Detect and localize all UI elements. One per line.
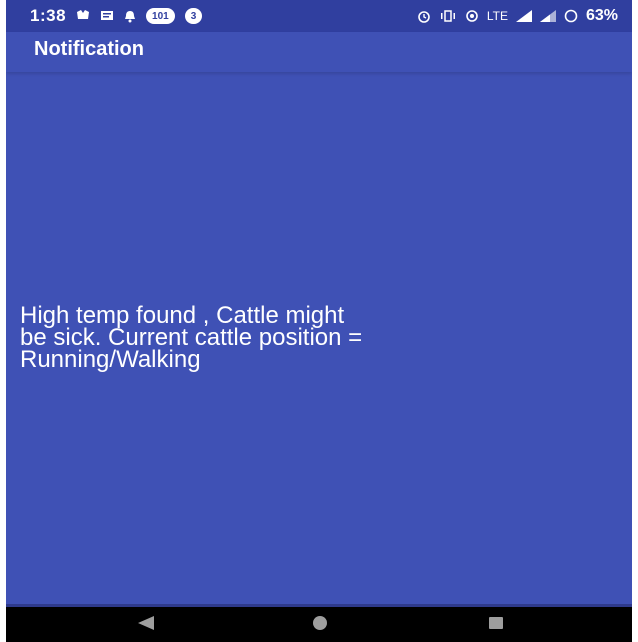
- hotspot-icon: [465, 9, 479, 23]
- status-left: 1:38 101 3: [6, 6, 203, 26]
- badge-count-1: 101: [146, 8, 175, 24]
- phone-screen: 1:38 101 3 LTE 63% Notification High tem…: [6, 0, 632, 642]
- back-icon[interactable]: [136, 615, 156, 631]
- notification-icon: [76, 10, 90, 22]
- alarm-icon: [417, 9, 431, 23]
- vibrate-icon: [439, 10, 457, 22]
- bell-icon: [124, 10, 136, 23]
- recents-icon[interactable]: [486, 615, 506, 631]
- page-title: Notification: [34, 38, 144, 60]
- status-bar: 1:38 101 3 LTE 63%: [6, 0, 632, 32]
- navigation-bar: [6, 604, 632, 642]
- signal-2-icon: [539, 10, 556, 22]
- status-right: LTE 63%: [417, 7, 632, 25]
- home-icon[interactable]: [310, 615, 330, 631]
- battery-icon: [564, 9, 578, 23]
- status-time: 1:38: [30, 6, 67, 25]
- message-icon: [100, 10, 114, 22]
- network-type: LTE: [486, 9, 508, 23]
- battery-level: 63%: [585, 7, 618, 24]
- signal-icon: [515, 10, 532, 22]
- badge-count-2: 3: [184, 8, 203, 24]
- app-bar: Notification: [6, 32, 632, 72]
- notification-message: High temp found , Cattle might be sick. …: [20, 302, 363, 373]
